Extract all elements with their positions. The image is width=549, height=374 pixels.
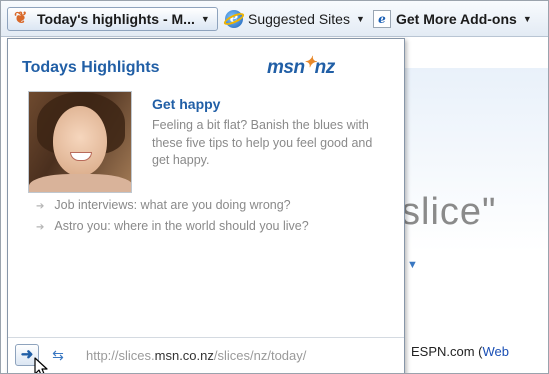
story-summary: Feeling a bit flat? Banish the blues wit… (152, 118, 373, 167)
bullet-arrow-icon: ➔ (36, 222, 45, 233)
bullet-arrow-icon: ➔ (36, 201, 45, 212)
background-page: slice" ▼ ESPN.com (Web (401, 38, 548, 373)
webslice-button[interactable]: ❦ Today's highlights - M... ▼ (7, 7, 218, 31)
webslice-icon: ❦ (14, 10, 28, 27)
suggested-sites-button[interactable]: e Suggested Sites ▼ (222, 7, 365, 31)
favorites-bar: ❦ Today's highlights - M... ▼ e Suggeste… (1, 1, 548, 37)
go-arrow-icon: ➜ (20, 346, 34, 363)
page-banner (405, 68, 548, 298)
ie-icon: e (222, 10, 246, 28)
get-more-addons-label: Get More Add-ons (396, 11, 517, 27)
get-more-addons-button[interactable]: e Get More Add-ons ▼ (373, 7, 532, 31)
browser-window: ❦ Today's highlights - M... ▼ e Suggeste… (0, 0, 549, 374)
addons-page-icon: e (373, 10, 391, 28)
flyout-divider (8, 337, 404, 338)
flyout-title: Todays Highlights (22, 59, 160, 76)
more-story-link[interactable]: ➔ Astro you: where in the world should yo… (36, 219, 309, 233)
slice-url: http://slices.msn.co.nz/slices/nz/today/ (86, 348, 307, 363)
suggested-sites-label: Suggested Sites (248, 11, 350, 27)
page-heading-fragment: slice" (401, 191, 497, 233)
footer-text: ESPN.com ( (411, 344, 483, 359)
webslice-preview-flyout: Todays Highlights msn✦nz Get happy Feeli… (7, 38, 405, 373)
story-headline-link[interactable]: Get happy (152, 96, 220, 112)
mouse-cursor-icon (34, 357, 48, 373)
more-story-label: Job interviews: what are you doing wrong… (54, 198, 291, 212)
chevron-down-icon: ▼ (200, 14, 210, 24)
footer-link[interactable]: Web (483, 344, 510, 359)
refresh-icon: ⇆ (52, 347, 64, 363)
msn-nz-logo: msn✦nz (267, 54, 335, 78)
more-story-label: Astro you: where in the world should you… (54, 219, 309, 233)
chevron-down-icon: ▼ (355, 14, 365, 24)
chevron-down-icon: ▼ (522, 14, 532, 24)
story-thumbnail[interactable] (28, 91, 132, 193)
page-footer-text: ESPN.com (Web (411, 344, 509, 359)
webslice-label: Today's highlights - M... (37, 11, 195, 27)
more-story-link[interactable]: ➔ Job interviews: what are you doing wron… (36, 198, 291, 212)
chevron-down-icon[interactable]: ▼ (407, 259, 418, 271)
